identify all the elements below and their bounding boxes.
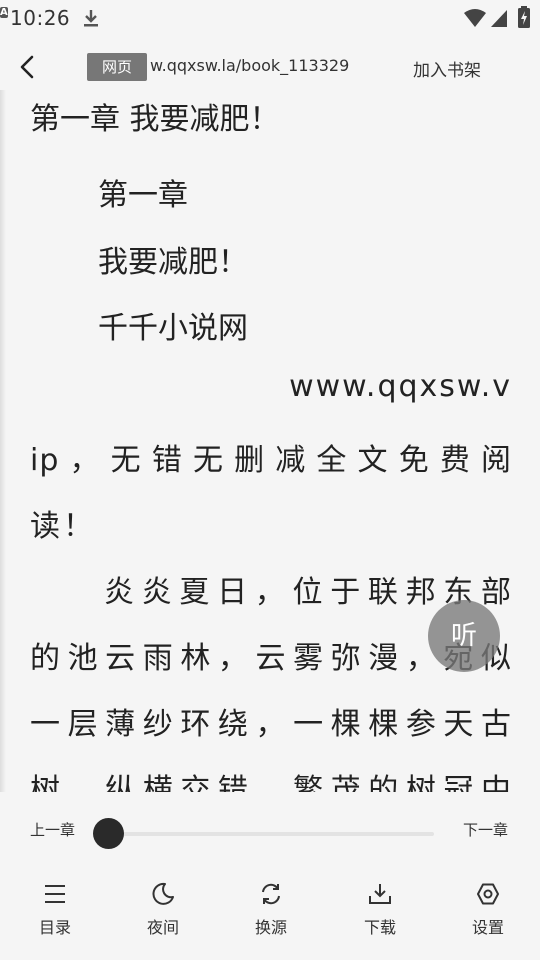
font-status-icon: A bbox=[0, 7, 8, 18]
moon-icon bbox=[152, 882, 174, 905]
nav-settings[interactable]: 设置 bbox=[458, 882, 518, 942]
download-icon bbox=[369, 884, 391, 904]
chapter-title: 第一章 我要减肥！ bbox=[30, 102, 280, 137]
back-arrow-icon[interactable] bbox=[14, 52, 42, 82]
reader-screen: 10:26 A 网页 w.qqxsw.la/book_113329 加入书架 第… bbox=[0, 0, 540, 960]
battery-icon bbox=[518, 6, 530, 28]
wifi-icon bbox=[464, 9, 486, 27]
nav-download[interactable]: 下载 bbox=[350, 882, 410, 942]
bottom-control-panel: 上一章 下一章 目录 夜间 换源 下载 设置 bbox=[0, 792, 540, 960]
slider-thumb[interactable] bbox=[93, 818, 124, 849]
settings-icon bbox=[477, 883, 499, 905]
nav-label: 目录 bbox=[38, 918, 71, 937]
nav-label: 下载 bbox=[363, 918, 396, 937]
download-status-icon bbox=[84, 10, 98, 27]
refresh-icon bbox=[262, 883, 280, 905]
nav-label: 设置 bbox=[471, 918, 504, 937]
text-line: ip，无错无删减全文免费阅 bbox=[30, 443, 512, 478]
text-line: 千千小说网 bbox=[98, 311, 248, 346]
text-line: 第一章 bbox=[98, 178, 188, 213]
nav-toc[interactable]: 目录 bbox=[25, 882, 85, 942]
status-time: 10:26 bbox=[10, 6, 71, 30]
add-to-shelf-button[interactable]: 加入书架 bbox=[413, 56, 481, 81]
status-bar: 10:26 A bbox=[0, 0, 540, 36]
nav-label: 换源 bbox=[254, 918, 287, 937]
text-line: 我要减肥！ bbox=[98, 245, 248, 280]
text-line: 树，纵横交错，繁茂的树冠中 bbox=[30, 773, 512, 792]
page-edge-shadow bbox=[0, 90, 6, 792]
nav-night-mode[interactable]: 夜间 bbox=[133, 882, 193, 942]
chapter-progress-slider[interactable] bbox=[108, 832, 434, 836]
prev-chapter-button[interactable]: 上一章 bbox=[30, 819, 75, 840]
next-chapter-button[interactable]: 下一章 bbox=[463, 819, 508, 840]
reading-area[interactable]: 第一章 我要减肥！ 第一章 我要减肥！ 千千小说网 www.qqxsw.v ip… bbox=[0, 90, 540, 792]
menu-icon bbox=[45, 885, 65, 903]
text-line: 一层薄纱环绕，一棵棵参天古 bbox=[30, 707, 512, 742]
text-line: 读！ bbox=[30, 509, 96, 544]
text-line: www.qqxsw.v bbox=[289, 369, 512, 404]
source-url[interactable]: w.qqxsw.la/book_113329 bbox=[150, 56, 350, 75]
nav-change-source[interactable]: 换源 bbox=[241, 882, 301, 942]
nav-label: 夜间 bbox=[146, 918, 179, 937]
top-bar: 网页 w.qqxsw.la/book_113329 加入书架 bbox=[0, 40, 540, 96]
signal-icon bbox=[491, 10, 507, 27]
listen-button[interactable]: 听 bbox=[428, 600, 500, 672]
web-source-badge[interactable]: 网页 bbox=[87, 53, 147, 81]
